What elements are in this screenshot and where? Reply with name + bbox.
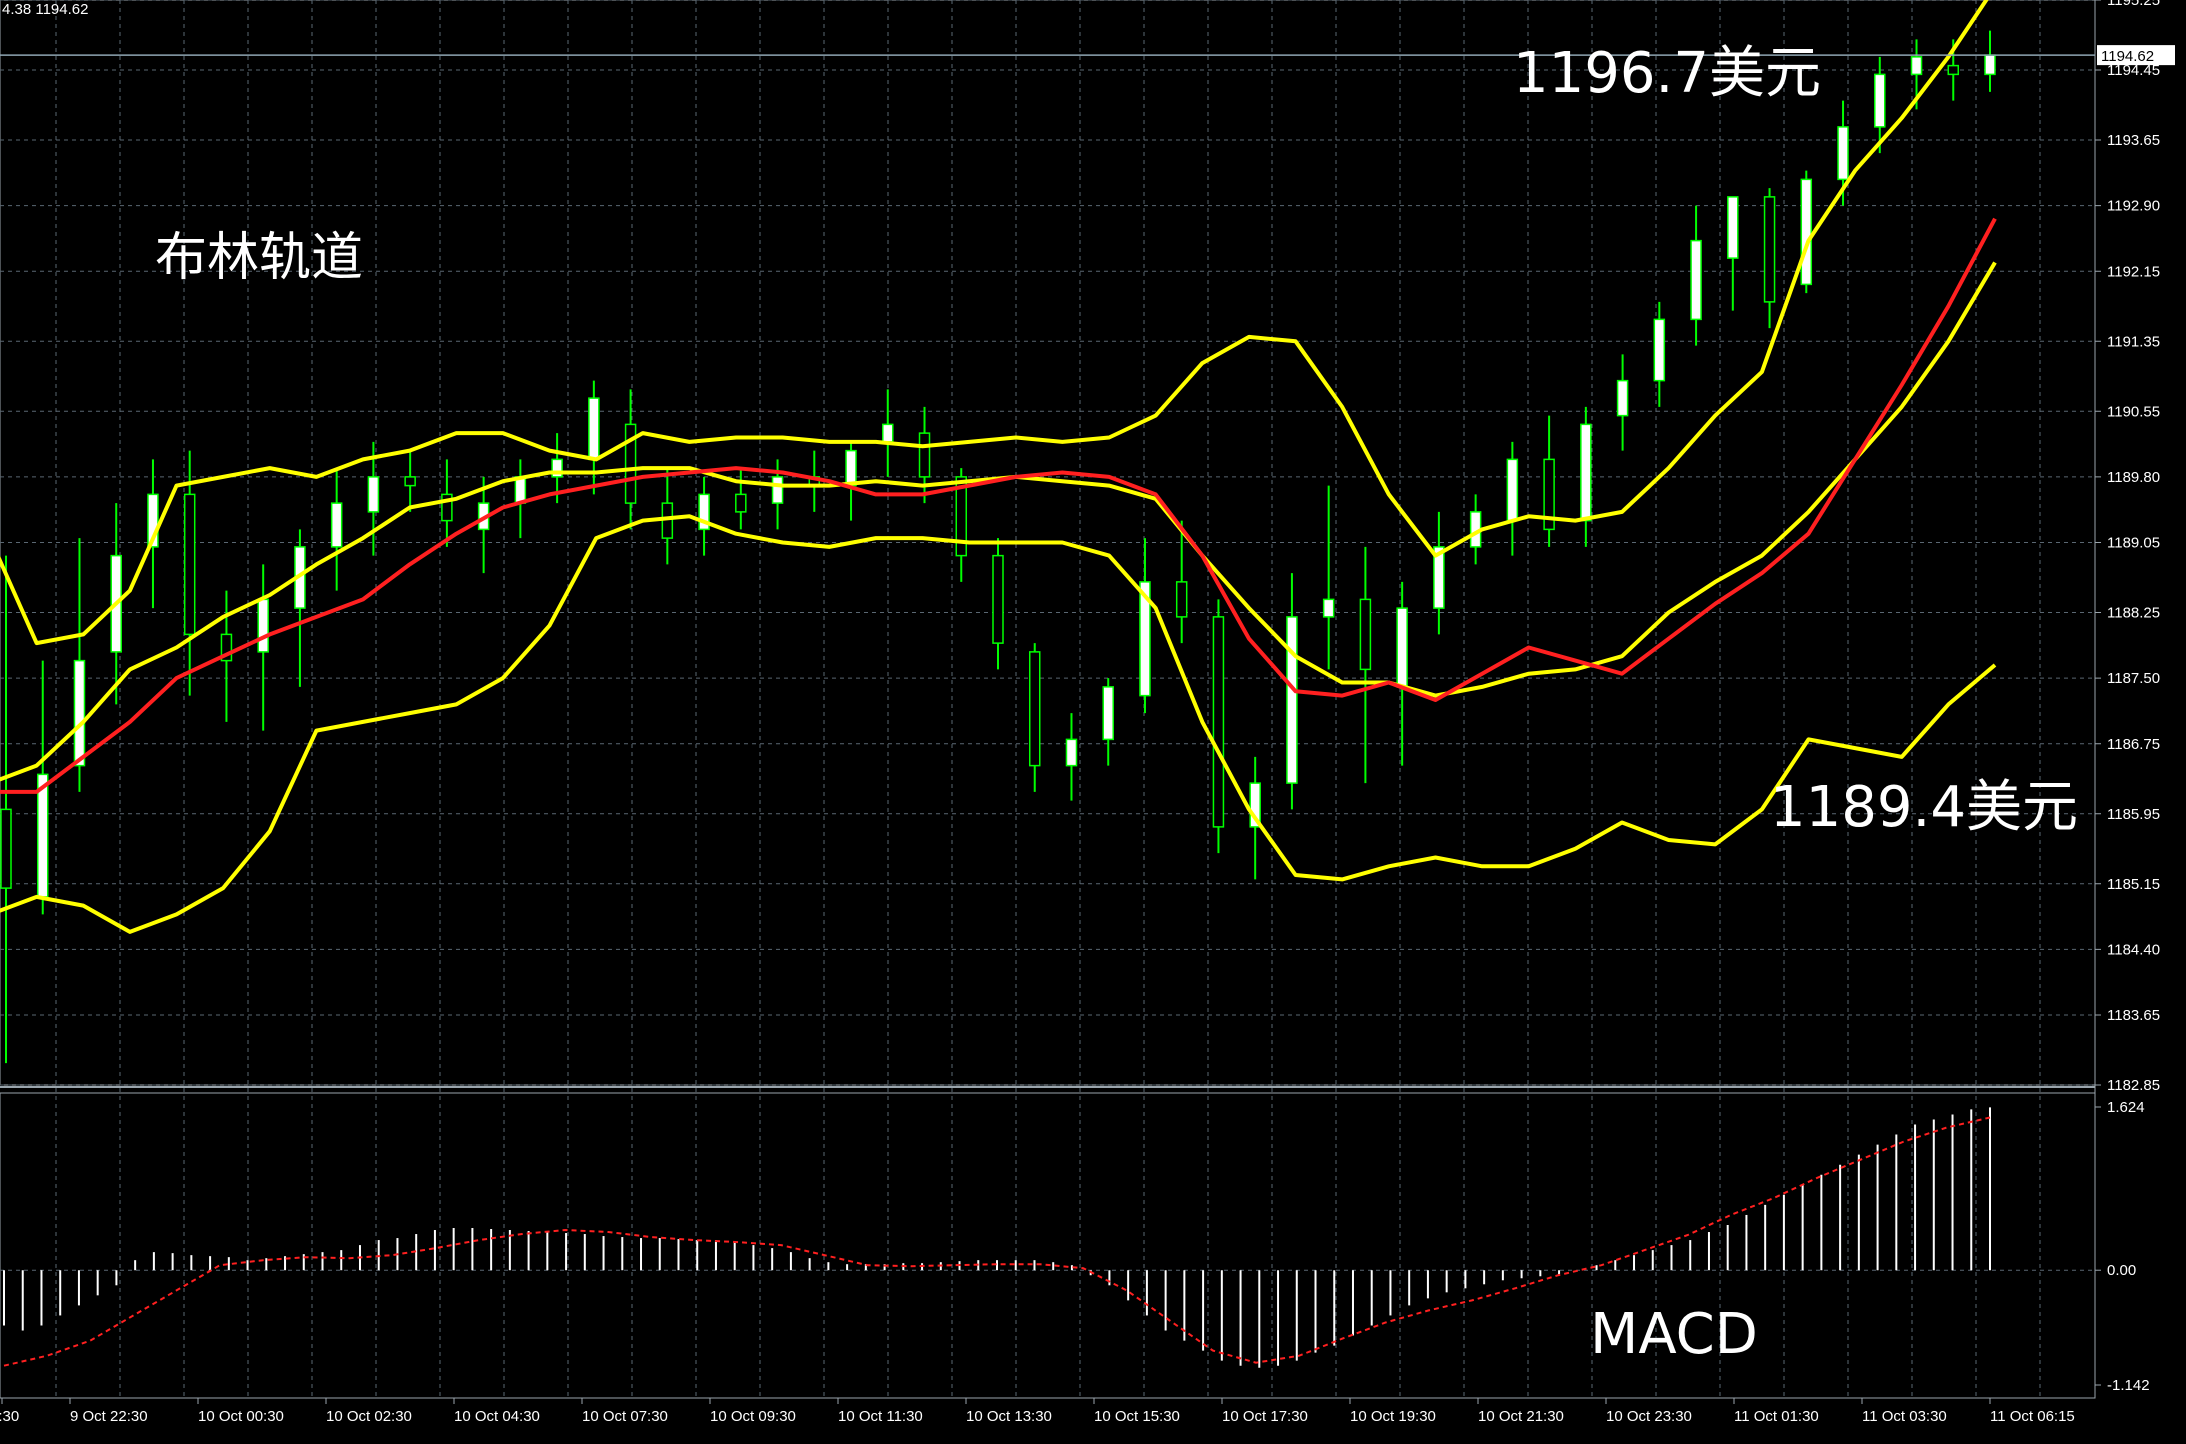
candle-body [367,476,380,513]
time-tick-label: 11 Oct 01:30 [1734,1408,1819,1425]
price-tick-label: 1185.15 [2107,876,2160,893]
price-tick-label: 1183.65 [2107,1007,2160,1024]
price-tick-label: 1192.15 [2107,263,2160,280]
candle-body [1322,598,1335,618]
candle-body [1800,178,1813,286]
candle-body [1580,423,1592,522]
candle-body [735,493,747,513]
macd-tick-label: -1.142 [2107,1377,2150,1394]
price-tick-label: 1191.35 [2107,333,2160,350]
candle-body [1653,318,1666,382]
candle-body [1874,73,1886,128]
macd-label: MACD [1590,1302,1758,1367]
candle-body [882,423,894,443]
price-tick-label: 1189.05 [2107,535,2160,552]
candle-body [0,808,12,889]
time-tick-label: 9 Oct 22:30 [70,1408,148,1425]
candle-body [1212,616,1225,828]
candle-body [771,476,784,504]
upper-band-target-label: 1196.7美元 [1513,41,1821,106]
candle-body [1837,126,1849,181]
time-tick-label: 10 Oct 11:30 [838,1408,923,1425]
time-tick-label: 11 Oct 06:15 [1990,1408,2075,1425]
price-tick-label: 1189.80 [2107,469,2160,486]
price-tick-label: 1195.25 [2107,0,2160,9]
candle-body [73,659,86,767]
candle-body [1616,379,1629,417]
price-tick-label: 1193.65 [2107,132,2160,149]
price-tick-label: 1182.85 [2107,1077,2160,1094]
time-axis: 0:30 9 Oct 22:30 10 Oct 00:30 10 Oct 02:30 1… [0,1398,2075,1425]
chart-title: 布林轨道 [155,228,364,288]
candle-body [845,449,857,487]
candle-body [588,397,600,461]
candle-body [1359,598,1372,671]
price-tick-label: 1192.90 [2107,198,2160,215]
price-plot [0,0,2095,1064]
price-tick-label: 1188.25 [2107,605,2160,622]
grid-lines [0,0,2096,1399]
time-tick-label: 10 Oct 19:30 [1350,1408,1436,1425]
current-price-label: 1194.62 [2101,48,2154,65]
price-tick-label: 1185.95 [2107,806,2160,823]
candle-body [992,554,1004,644]
candle-body [514,476,527,504]
candle-body [1984,54,1996,76]
candle-body [1506,458,1519,522]
time-tick-label: 0:30 [0,1408,19,1425]
price-tick-label: 1187.50 [2107,670,2160,687]
macd-panel-frame [0,1092,2096,1399]
time-tick-label: 10 Oct 02:30 [326,1408,412,1425]
time-tick-label: 10 Oct 09:30 [710,1408,796,1425]
macd-tick-label: 1.624 [2107,1099,2145,1116]
candle-body [1763,196,1776,303]
candle-body [1690,239,1702,321]
lower-band-target-label: 1189.4美元 [1770,775,2078,840]
candle-body [1727,196,1739,259]
time-tick-label: 10 Oct 21:30 [1478,1408,1564,1425]
price-tick-label: 1184.40 [2107,941,2160,958]
time-tick-label: 10 Oct 07:30 [582,1408,668,1425]
candle-body [1065,738,1078,767]
time-tick-label: 10 Oct 15:30 [1094,1408,1180,1425]
candle-body [1910,56,1923,76]
candle-body [257,598,269,653]
candle-body [1396,607,1408,688]
price-tick-label: 1190.55 [2107,403,2160,420]
time-tick-label: 10 Oct 00:30 [198,1408,284,1425]
candle-body [1175,581,1188,618]
macd-tick-label: 0.00 [2107,1262,2136,1279]
candle-body [1947,64,1960,76]
time-tick-label: 10 Oct 13:30 [966,1408,1052,1425]
header-readout: 4.38 1194.62 [2,1,88,18]
price-tick-label: 1186.75 [2107,736,2160,753]
candle-body [36,773,49,898]
candle-body [918,432,931,478]
price-axis: 1195.251194.451193.651192.901192.151191.… [2095,0,2175,1394]
time-tick-label: 10 Oct 17:30 [1222,1408,1308,1425]
candle-body [1028,651,1041,767]
candle-body [1102,686,1114,741]
time-tick-label: 11 Oct 03:30 [1862,1408,1947,1425]
candle-body [330,502,343,548]
time-tick-label: 10 Oct 23:30 [1606,1408,1692,1425]
candle-body [1286,616,1298,784]
time-tick-label: 10 Oct 04:30 [454,1408,540,1425]
candle-body [404,476,416,487]
candle-body [183,493,196,636]
